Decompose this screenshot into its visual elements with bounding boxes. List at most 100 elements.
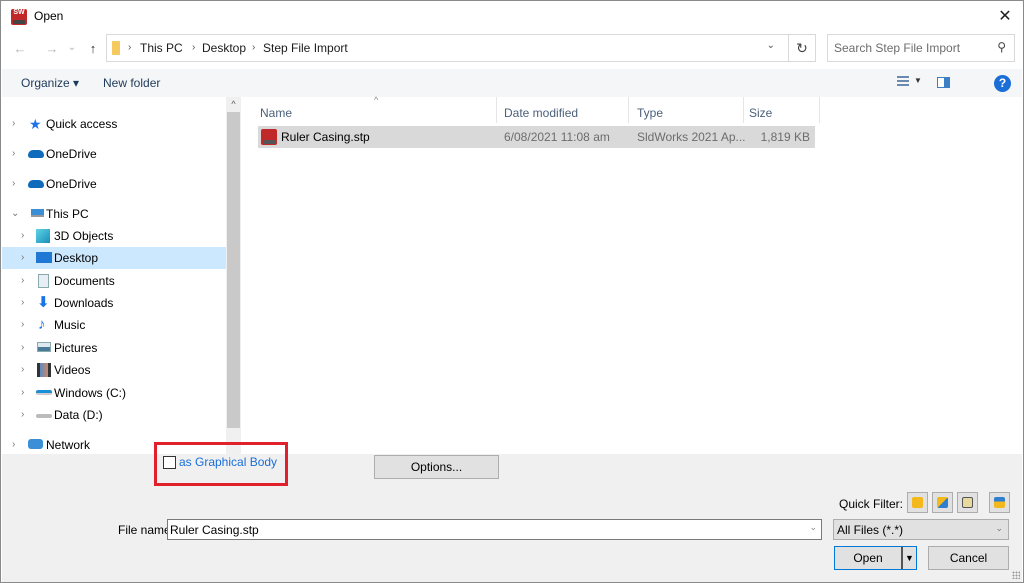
toolbar: Organize ▾ New folder ▼ ? <box>2 69 1022 97</box>
file-date-modified: 6/08/2021 11:08 am <box>504 130 610 144</box>
refresh-button[interactable]: ↻ <box>788 34 816 62</box>
file-name-input[interactable] <box>170 520 790 539</box>
breadcrumb-step-file-import[interactable]: Step File Import <box>263 41 348 55</box>
sidebar-item-music[interactable]: › ♪ Music <box>2 314 226 336</box>
sidebar-item-label: Data (D:) <box>54 408 103 422</box>
organize-button[interactable]: Organize ▾ <box>21 76 79 90</box>
open-dropdown-button[interactable]: ▼ <box>901 546 917 570</box>
breadcrumb-this-pc[interactable]: This PC <box>140 41 183 55</box>
quick-filter-label: Quick Filter: <box>839 497 904 511</box>
file-name-combobox[interactable]: ⌄ <box>167 519 822 540</box>
column-header-size[interactable]: Size <box>749 101 772 125</box>
column-divider[interactable] <box>628 97 629 123</box>
star-icon: ★ <box>29 116 42 132</box>
sidebar-item-windows-c[interactable]: › Windows (C:) <box>2 382 226 404</box>
column-header-type[interactable]: Type <box>637 101 663 125</box>
file-type: SldWorks 2021 Ap... <box>637 130 746 144</box>
recent-locations-icon[interactable]: ⌄ <box>63 38 81 58</box>
file-list: ^ Name Date modified Type Size Ruler Cas… <box>241 95 1023 454</box>
sidebar-item-label: Windows (C:) <box>54 386 127 400</box>
sidebar-item-label: Videos <box>54 363 91 377</box>
resize-grip[interactable] <box>1012 571 1020 579</box>
file-size: 1,819 KB <box>760 130 810 144</box>
column-header-name[interactable]: Name <box>260 101 292 125</box>
file-type-value: All Files (*.*) <box>837 523 904 537</box>
sidebar-item-onedrive[interactable]: › OneDrive <box>2 143 226 165</box>
computer-icon <box>31 209 44 217</box>
filter-top-level-assemblies-button[interactable] <box>989 492 1010 513</box>
chevron-right-icon[interactable]: › <box>21 270 24 292</box>
search-input[interactable] <box>834 36 984 60</box>
cancel-button[interactable]: Cancel <box>928 546 1009 570</box>
sidebar-item-downloads[interactable]: › ⬇ Downloads <box>2 292 226 314</box>
back-arrow-icon[interactable]: ← <box>11 39 29 59</box>
chevron-right-icon[interactable]: › <box>21 382 24 404</box>
chevron-right-icon[interactable]: › <box>21 359 24 381</box>
options-button[interactable]: Options... <box>374 455 499 479</box>
graphical-body-label[interactable]: as Graphical Body <box>179 455 277 469</box>
open-button[interactable]: Open <box>834 546 903 570</box>
chevron-right-icon[interactable]: › <box>12 113 15 135</box>
chevron-right-icon[interactable]: › <box>21 292 24 314</box>
scrollbar-thumb[interactable] <box>227 112 240 428</box>
file-type-select[interactable]: All Files (*.*) ⌄ <box>833 519 1009 540</box>
column-divider[interactable] <box>819 97 820 123</box>
column-header-date-modified[interactable]: Date modified <box>504 101 578 125</box>
sidebar-item-label: Downloads <box>54 296 114 310</box>
chevron-right-icon[interactable]: › <box>12 143 15 165</box>
view-dropdown-icon[interactable]: ▼ <box>914 76 922 85</box>
help-icon[interactable]: ? <box>994 75 1011 92</box>
sidebar-item-pictures[interactable]: › Pictures <box>2 337 226 359</box>
sidebar-item-label: Quick access <box>46 117 118 131</box>
filter-drawings-button[interactable] <box>957 492 978 513</box>
sidebar-scrollbar[interactable]: ^ <box>226 97 241 454</box>
up-arrow-icon[interactable]: ↑ <box>84 39 102 59</box>
sort-ascending-icon: ^ <box>374 95 379 105</box>
address-dropdown-icon[interactable]: ⌄ <box>767 40 775 51</box>
forward-arrow-icon[interactable]: → <box>43 39 61 59</box>
graphical-body-checkbox[interactable] <box>163 456 176 469</box>
solidworks-app-icon: SW <box>11 9 27 25</box>
filter-assemblies-icon <box>937 497 948 508</box>
breadcrumb-separator: › <box>192 42 196 53</box>
chevron-right-icon[interactable]: › <box>21 314 24 336</box>
chevron-right-icon[interactable]: › <box>21 404 24 426</box>
filter-top-level-assemblies-icon <box>994 497 1005 508</box>
sidebar-item-label: This PC <box>46 207 89 221</box>
chevron-right-icon[interactable]: › <box>21 337 24 359</box>
sidebar-item-this-pc[interactable]: ⌄ This PC <box>2 203 226 225</box>
drive-c-icon <box>36 390 52 395</box>
filter-parts-button[interactable] <box>907 492 928 513</box>
preview-pane-icon[interactable] <box>937 77 950 88</box>
breadcrumb-separator: › <box>128 42 132 53</box>
chevron-right-icon[interactable]: › <box>12 173 15 195</box>
chevron-right-icon[interactable]: › <box>12 434 15 454</box>
file-row[interactable]: Ruler Casing.stp 6/08/2021 11:08 am SldW… <box>258 126 815 148</box>
sidebar-item-data-d[interactable]: › Data (D:) <box>2 404 226 426</box>
sidebar-item-documents[interactable]: › Documents <box>2 270 226 292</box>
search-icon[interactable]: ⚲ <box>997 40 1006 54</box>
open-button-label: Open <box>853 551 883 565</box>
filter-assemblies-button[interactable] <box>932 492 953 513</box>
address-bar[interactable]: › This PC › Desktop › Step File Import ⌄ <box>106 34 816 62</box>
new-folder-button[interactable]: New folder <box>103 76 160 90</box>
cube-icon <box>36 229 50 243</box>
breadcrumb-desktop[interactable]: Desktop <box>202 41 246 55</box>
column-divider[interactable] <box>743 97 744 123</box>
close-button[interactable]: ✕ <box>995 7 1015 27</box>
column-divider[interactable] <box>496 97 497 123</box>
chevron-down-icon: ⌄ <box>995 523 1003 533</box>
chevron-down-icon[interactable]: ⌄ <box>11 203 19 225</box>
view-options-icon[interactable] <box>897 76 909 89</box>
solidworks-file-icon <box>261 129 277 145</box>
chevron-right-icon[interactable]: › <box>21 225 24 247</box>
sidebar-item-quick-access[interactable]: › ★ Quick access <box>2 113 226 135</box>
chevron-down-icon[interactable]: ⌄ <box>809 522 817 533</box>
sidebar-item-videos[interactable]: › Videos <box>2 359 226 381</box>
scroll-up-icon[interactable]: ^ <box>226 97 241 111</box>
search-box[interactable]: ⚲ <box>827 34 1015 62</box>
chevron-right-icon[interactable]: › <box>21 247 24 269</box>
sidebar-item-3d-objects[interactable]: › 3D Objects <box>2 225 226 247</box>
sidebar-item-onedrive[interactable]: › OneDrive <box>2 173 226 195</box>
sidebar-item-desktop[interactable]: › Desktop <box>2 247 226 269</box>
